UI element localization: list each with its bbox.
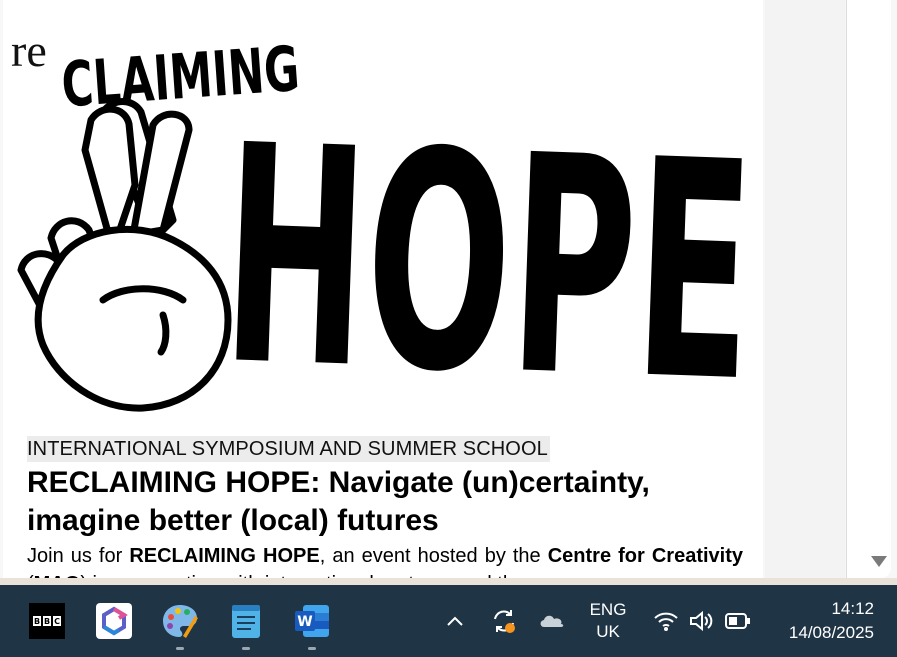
notepad-icon xyxy=(232,605,260,638)
logo-word-hope: HOPE xyxy=(218,81,758,425)
bbc-icon: B B C xyxy=(29,603,65,639)
hero-logo: re CLAIMING HOPE xyxy=(3,0,763,425)
article: INTERNATIONAL SYMPOSIUM AND SUMMER SCHOO… xyxy=(27,436,743,585)
article-headline: RECLAIMING HOPE: Navigate (un)certainty,… xyxy=(27,466,650,537)
taskbar-app-notepad[interactable] xyxy=(227,602,265,650)
language-code: ENG xyxy=(589,600,627,619)
article-eyebrow: INTERNATIONAL SYMPOSIUM AND SUMMER SCHOO… xyxy=(27,436,550,462)
taskbar: B B C W ENG UK 14:12 14/08/2025 xyxy=(0,585,897,657)
scroll-down-arrow-icon[interactable] xyxy=(871,556,887,567)
svg-text:B: B xyxy=(34,617,40,626)
language-indicator[interactable]: ENG UK xyxy=(585,599,631,643)
document-margin xyxy=(765,0,845,580)
app-running-indicator xyxy=(176,647,184,650)
taskbar-app-bbc[interactable]: B B C xyxy=(28,602,66,640)
intro-text-mid: , an event hosted by the xyxy=(319,545,548,567)
svg-text:C: C xyxy=(54,617,60,626)
svg-text:B: B xyxy=(44,617,50,626)
svg-text:W: W xyxy=(297,614,312,630)
vertical-scrollbar[interactable] xyxy=(846,0,891,578)
clock-time: 14:12 xyxy=(831,599,874,618)
onedrive-cloud-icon[interactable] xyxy=(538,611,566,631)
m365-copilot-icon xyxy=(96,603,132,639)
sync-icon[interactable] xyxy=(490,607,518,635)
battery-icon[interactable] xyxy=(725,612,751,630)
volume-icon[interactable] xyxy=(689,609,715,633)
clock[interactable]: 14:12 14/08/2025 xyxy=(768,597,874,645)
show-hidden-icons-chevron-icon[interactable] xyxy=(445,611,465,631)
wifi-icon[interactable] xyxy=(653,609,679,633)
intro-text-start: Join us for xyxy=(27,545,130,567)
viewport-bottom-edge xyxy=(0,578,897,585)
event-name: RECLAIMING HOPE xyxy=(129,545,320,567)
taskbar-app-paint[interactable] xyxy=(161,602,199,650)
app-running-indicator xyxy=(308,647,316,650)
document-viewport[interactable]: re CLAIMING HOPE INTERNATIONAL SYMPOSIUM… xyxy=(0,0,897,585)
document-page: re CLAIMING HOPE INTERNATIONAL SYMPOSIUM… xyxy=(3,0,763,585)
logo-prefix: re xyxy=(11,25,47,76)
clock-date: 14/08/2025 xyxy=(788,623,874,642)
taskbar-app-word[interactable]: W xyxy=(293,602,331,650)
host-name: Centre for Creativity xyxy=(547,545,743,567)
word-icon: W xyxy=(295,605,329,637)
paint-palette-icon xyxy=(163,605,198,638)
app-running-indicator xyxy=(242,647,250,650)
taskbar-app-m365-copilot[interactable] xyxy=(95,602,133,640)
keyboard-region: UK xyxy=(596,622,620,641)
